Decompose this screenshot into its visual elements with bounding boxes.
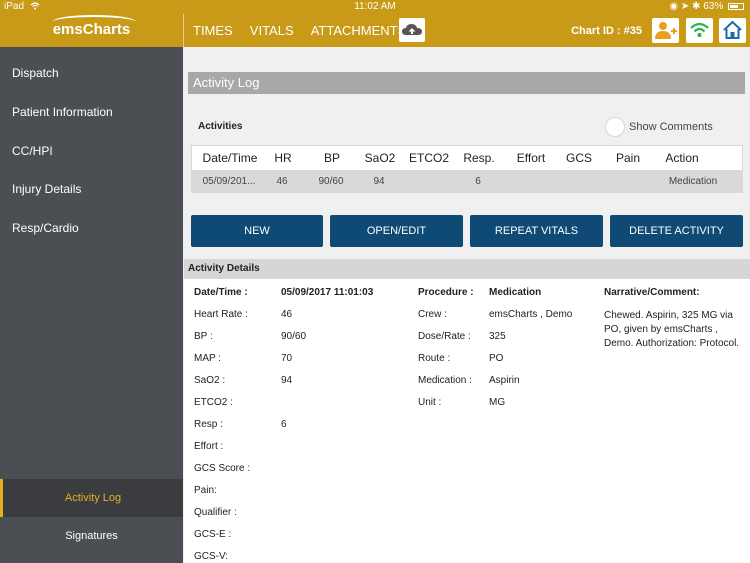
map-label: MAP : bbox=[194, 353, 222, 364]
cloud-upload-button[interactable] bbox=[399, 18, 425, 42]
header-divider bbox=[183, 14, 184, 47]
home-icon bbox=[723, 20, 742, 39]
bluetooth-icon: ✱ bbox=[692, 1, 701, 12]
tab-attachments[interactable]: ATTACHMENTS bbox=[311, 23, 407, 38]
lock-rotation-icon: ◉ bbox=[669, 1, 679, 12]
status-battery: ◉ ➤ ✱ 63% bbox=[669, 1, 744, 12]
cell-resp: 6 bbox=[475, 176, 481, 187]
narrative-label: Narrative/Comment: bbox=[604, 287, 700, 298]
tab-times[interactable]: TIMES bbox=[193, 23, 233, 38]
logo: emsCharts bbox=[0, 14, 183, 47]
resp-label: Resp : bbox=[194, 419, 223, 430]
route-label: Route : bbox=[418, 353, 451, 364]
show-comments-label: Show Comments bbox=[629, 120, 713, 133]
col-resp: Resp. bbox=[463, 151, 495, 165]
heart-rate-label: Heart Rate : bbox=[194, 309, 248, 320]
sao2-value: 94 bbox=[281, 375, 293, 386]
col-sao2: SaO2 bbox=[364, 151, 396, 165]
narrative-text: Chewed. Aspirin, 325 MG via PO, given by… bbox=[604, 310, 740, 349]
qualifier-label: Qualifier : bbox=[194, 507, 237, 518]
activities-label: Activities bbox=[198, 121, 243, 132]
cell-date-time: 05/09/201... bbox=[202, 176, 256, 187]
status-time: 11:02 AM bbox=[354, 1, 396, 12]
route-value: PO bbox=[489, 353, 504, 364]
add-person-icon bbox=[655, 22, 677, 39]
gcs-v-label: GCS-V: bbox=[194, 551, 229, 562]
gcs-score-label: GCS Score : bbox=[194, 463, 251, 474]
dose-rate-value: 325 bbox=[489, 331, 506, 342]
sidebar-item-patient-information[interactable]: Patient Information bbox=[12, 105, 113, 119]
battery-icon bbox=[728, 2, 744, 10]
wifi-button[interactable] bbox=[686, 18, 713, 43]
sidebar-item-signatures[interactable]: Signatures bbox=[0, 517, 183, 555]
activities-table: Date/Time HR BP SaO2 ETCO2 Resp. Effort … bbox=[191, 145, 743, 193]
sidebar-item-cc-hpi[interactable]: CC/HPI bbox=[12, 144, 53, 158]
logo-text: emsCharts bbox=[52, 21, 131, 38]
app-header: emsCharts TIMES VITALS ATTACHMENTS Chart… bbox=[0, 14, 750, 47]
status-bar: iPad 11:02 AM ◉ ➤ ✱ 63% bbox=[0, 0, 750, 14]
table-header: Date/Time HR BP SaO2 ETCO2 Resp. Effort … bbox=[191, 145, 743, 171]
col-gcs: GCS bbox=[565, 151, 592, 165]
date-time-label: Date/Time : bbox=[194, 287, 248, 298]
chart-id: Chart ID : #35 bbox=[571, 25, 642, 37]
col-pain: Pain bbox=[615, 151, 641, 165]
col-hr: HR bbox=[274, 151, 292, 165]
show-comments-toggle[interactable]: Show Comments bbox=[605, 117, 713, 137]
cell-action: Medication bbox=[668, 176, 718, 187]
unit-label: Unit : bbox=[418, 397, 442, 408]
home-button[interactable] bbox=[719, 18, 746, 43]
activity-details: Date/Time : 05/09/2017 11:01:03 Heart Ra… bbox=[184, 279, 750, 563]
crew-label: Crew : bbox=[418, 309, 447, 320]
medication-value: Aspirin bbox=[489, 375, 520, 386]
repeat-vitals-button[interactable]: REPEAT VITALS bbox=[470, 215, 603, 247]
main-content: Activity Log Activities Show Comments Da… bbox=[184, 47, 750, 563]
cell-sao2: 94 bbox=[373, 176, 385, 187]
sidebar: Dispatch Patient Information CC/HPI Inju… bbox=[0, 47, 183, 563]
tab-vitals[interactable]: VITALS bbox=[250, 23, 294, 38]
nav-tabs: TIMES VITALS ATTACHMENTS bbox=[193, 23, 420, 38]
sao2-label: SaO2 : bbox=[194, 375, 226, 386]
col-etco2: ETCO2 bbox=[408, 151, 449, 165]
procedure-value: Medication bbox=[489, 287, 542, 298]
new-button[interactable]: NEW bbox=[191, 215, 323, 247]
resp-value: 6 bbox=[281, 419, 287, 430]
activity-details-header: Activity Details bbox=[184, 259, 750, 279]
wifi-icon bbox=[690, 22, 709, 37]
medication-label: Medication : bbox=[418, 375, 472, 386]
procedure-label: Procedure : bbox=[418, 287, 474, 298]
pain-label: Pain: bbox=[194, 485, 217, 496]
col-action: Action bbox=[665, 151, 699, 165]
map-value: 70 bbox=[281, 353, 293, 364]
add-crew-button[interactable] bbox=[652, 18, 679, 43]
date-time-value: 05/09/2017 11:01:03 bbox=[281, 287, 374, 298]
gcs-e-label: GCS-E : bbox=[194, 529, 232, 540]
cell-hr: 46 bbox=[276, 176, 288, 187]
open-edit-button[interactable]: OPEN/EDIT bbox=[330, 215, 463, 247]
heart-rate-value: 46 bbox=[281, 309, 293, 320]
bp-value: 90/60 bbox=[281, 331, 307, 342]
cloud-upload-icon bbox=[402, 24, 422, 35]
show-comments-radio[interactable] bbox=[605, 117, 625, 137]
col-effort: Effort bbox=[516, 151, 546, 165]
page-title: Activity Log bbox=[188, 72, 745, 94]
bp-label: BP : bbox=[194, 331, 213, 342]
crew-value: emsCharts , Demo bbox=[489, 309, 573, 320]
sidebar-item-injury-details[interactable]: Injury Details bbox=[12, 182, 81, 196]
battery-percent: 63% bbox=[703, 1, 724, 12]
sidebar-item-dispatch[interactable]: Dispatch bbox=[12, 66, 59, 80]
etco2-label: ETCO2 : bbox=[194, 397, 233, 408]
col-bp: BP bbox=[323, 151, 340, 165]
sidebar-item-resp-cardio[interactable]: Resp/Cardio bbox=[12, 221, 79, 235]
col-date-time: Date/Time bbox=[202, 151, 258, 165]
location-icon: ➤ bbox=[680, 1, 690, 12]
dose-rate-label: Dose/Rate : bbox=[418, 331, 471, 342]
delete-activity-button[interactable]: DELETE ACTIVITY bbox=[610, 215, 743, 247]
cell-bp: 90/60 bbox=[318, 176, 344, 187]
table-row[interactable]: 05/09/201... 46 90/60 94 6 Medication bbox=[191, 171, 743, 193]
unit-value: MG bbox=[489, 397, 506, 408]
effort-label: Effort : bbox=[194, 441, 224, 452]
sidebar-item-activity-log[interactable]: Activity Log bbox=[0, 479, 183, 517]
